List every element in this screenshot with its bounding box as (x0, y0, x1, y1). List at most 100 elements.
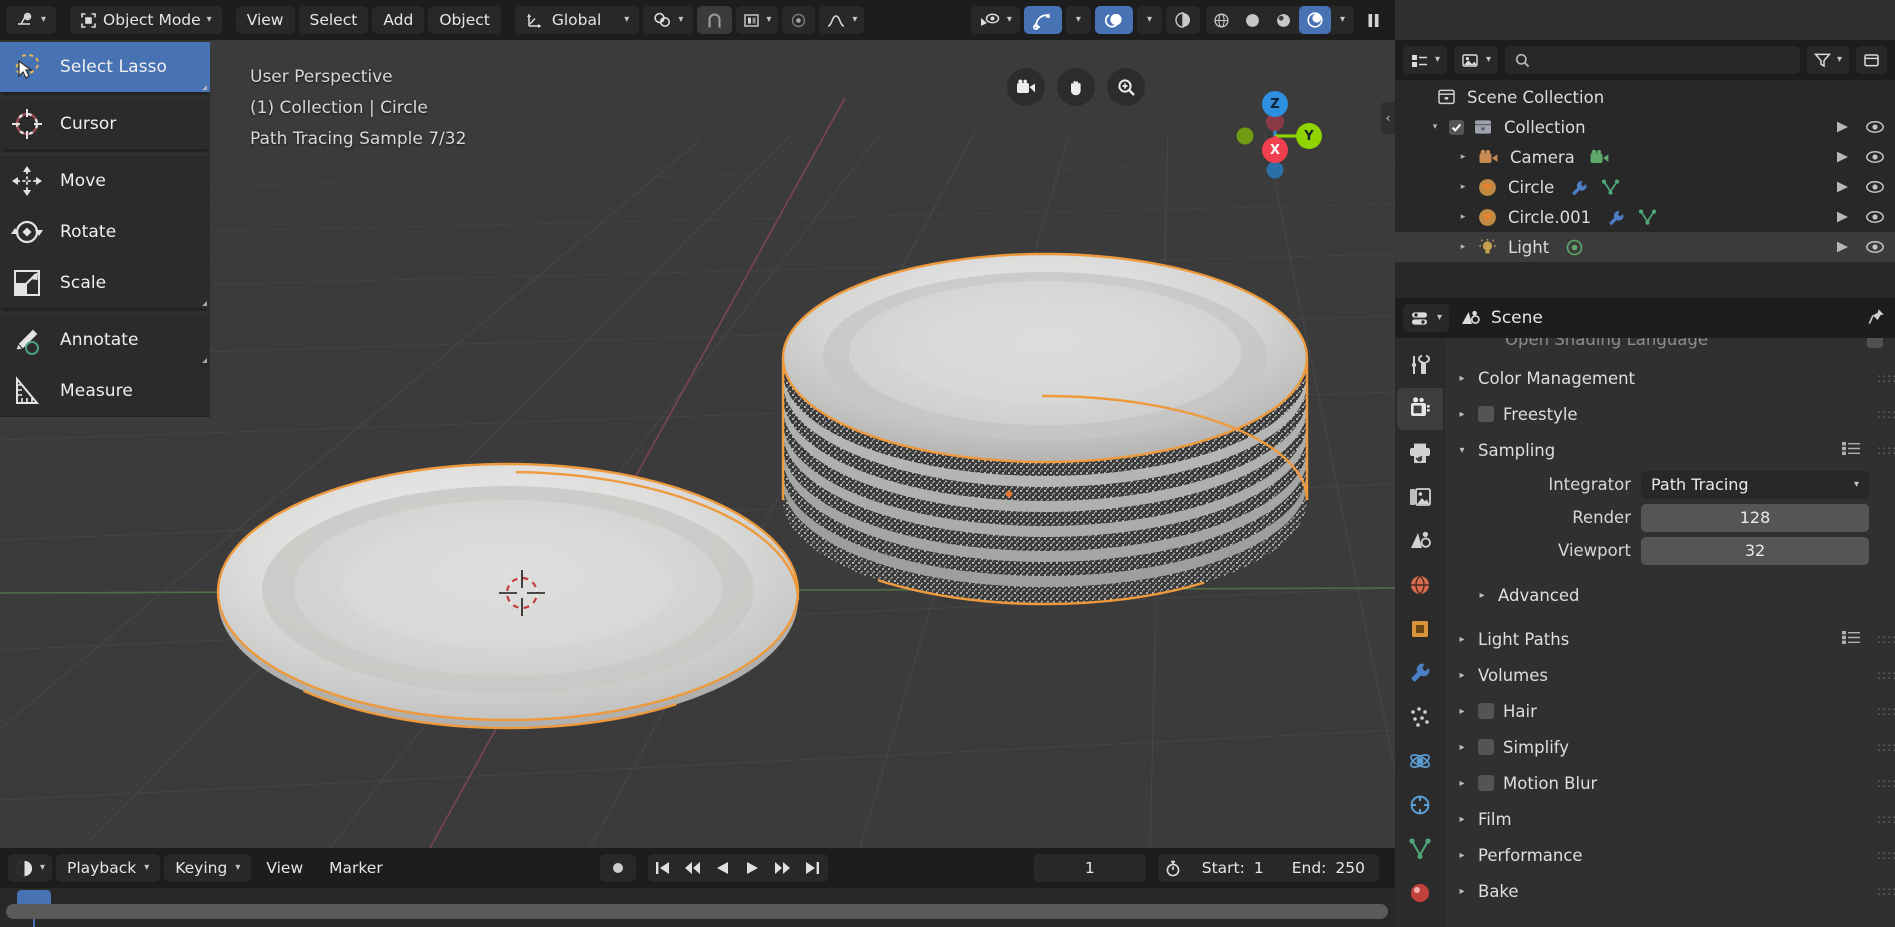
light-data-icon[interactable] (1565, 239, 1584, 256)
eye-icon[interactable] (1865, 150, 1885, 164)
panel-drag-dots[interactable]: :::: (1877, 372, 1895, 384)
tool-scale[interactable]: Scale (0, 258, 210, 309)
panel-preset-list-icon[interactable] (1841, 441, 1861, 460)
tool-submenu-corner[interactable] (202, 301, 207, 306)
viewport-samples-field[interactable]: 32 (1641, 536, 1869, 565)
tab-tool[interactable] (1397, 344, 1443, 386)
tab-material[interactable] (1397, 872, 1443, 914)
render-arrow-icon[interactable] (1835, 240, 1851, 254)
tab-constraints[interactable] (1397, 784, 1443, 826)
disclosure-triangle-closed[interactable]: ▸ (1455, 634, 1469, 645)
disclosure-triangle-open[interactable]: ▾ (1455, 445, 1469, 456)
falloff-button[interactable]: ▾ (819, 6, 865, 34)
panel-preset-list-icon[interactable] (1841, 630, 1861, 649)
tool-select-lasso[interactable]: Select Lasso (0, 42, 210, 93)
timeline-menu-view[interactable]: View (255, 854, 314, 882)
modifier-icon[interactable] (1607, 209, 1626, 226)
navigation-gizmo[interactable]: Z Y X (1223, 84, 1327, 188)
disclosure-triangle-closed[interactable]: ▸ (1455, 742, 1469, 753)
eye-icon[interactable] (1865, 120, 1885, 134)
disclosure-triangle-closed[interactable]: ▸ (1455, 242, 1471, 252)
open-shading-language-checkbox[interactable] (1867, 338, 1883, 348)
pause-render-button[interactable] (1358, 6, 1389, 34)
timeline-scrollbar[interactable] (6, 904, 1388, 919)
outliner-new-collection-button[interactable] (1856, 46, 1887, 74)
render-arrow-icon[interactable] (1835, 120, 1851, 134)
outliner-row-circle[interactable]: ▸ Circle (1395, 172, 1895, 202)
gizmo-toggle-button[interactable] (1023, 6, 1062, 34)
motion-blur-checkbox[interactable] (1478, 775, 1494, 791)
panel-drag-dots[interactable]: :::: (1877, 444, 1895, 456)
disclosure-triangle-closed[interactable]: ▸ (1455, 670, 1469, 681)
camera-data-icon[interactable] (1589, 149, 1610, 166)
menu-object[interactable]: Object (428, 6, 501, 34)
menu-select[interactable]: Select (298, 6, 369, 34)
panel-drag-dots[interactable]: :::: (1877, 813, 1895, 825)
pivot-point-button[interactable]: ▾ (643, 6, 694, 34)
overlays-toggle-button[interactable] (1094, 6, 1133, 34)
panel-simplify[interactable]: ▸ Simplify :::: (1445, 729, 1895, 765)
jump-to-start-button[interactable] (647, 854, 678, 882)
outliner-filter-id-button[interactable]: ▾ (1454, 46, 1499, 74)
outliner-filter-button[interactable]: ▾ (1806, 46, 1849, 74)
panel-open-shading-language[interactable]: ▸ Open Shading Language (1445, 338, 1895, 354)
disclosure-triangle-closed[interactable]: ▸ (1455, 850, 1469, 861)
tab-physics[interactable] (1397, 740, 1443, 782)
tab-output[interactable] (1397, 432, 1443, 474)
use-preview-range-button[interactable] (1157, 854, 1188, 882)
shading-solid-button[interactable] (1237, 6, 1268, 34)
simplify-checkbox[interactable] (1478, 739, 1494, 755)
timeline-editor-type-button[interactable]: ▾ (8, 854, 53, 882)
render-arrow-icon[interactable] (1835, 150, 1851, 164)
render-arrow-icon[interactable] (1835, 180, 1851, 194)
gizmo-axis-y[interactable]: Y (1296, 123, 1322, 149)
panel-drag-dots[interactable]: :::: (1877, 849, 1895, 861)
panel-performance[interactable]: ▸ Performance :::: (1445, 837, 1895, 873)
panel-motion-blur[interactable]: ▸ Motion Blur :::: (1445, 765, 1895, 801)
panel-advanced[interactable]: ▸ Advanced (1445, 577, 1895, 613)
tab-modifiers[interactable] (1397, 652, 1443, 694)
outliner-editor-type-button[interactable]: ▾ (1403, 46, 1448, 74)
panel-volumes[interactable]: ▸ Volumes :::: (1445, 657, 1895, 693)
panel-hair[interactable]: ▸ Hair :::: (1445, 693, 1895, 729)
current-frame-field[interactable]: 1 (1033, 854, 1146, 882)
panel-drag-dots[interactable]: :::: (1877, 669, 1895, 681)
integrator-dropdown[interactable]: Path Tracing ▾ (1641, 470, 1869, 499)
hair-checkbox[interactable] (1478, 703, 1494, 719)
tool-submenu-corner[interactable] (202, 358, 207, 363)
gizmo-axis-z[interactable]: Z (1262, 91, 1288, 117)
render-samples-field[interactable]: 128 (1641, 503, 1869, 532)
shading-rendered-button[interactable] (1298, 6, 1331, 34)
snap-target-button[interactable]: ▾ (736, 6, 779, 34)
panel-drag-dots[interactable]: :::: (1877, 777, 1895, 789)
timeline-menu-playback[interactable]: Playback ▾ (56, 854, 161, 882)
tool-annotate[interactable]: Annotate (0, 315, 210, 366)
panel-drag-dots[interactable]: :::: (1877, 408, 1895, 420)
pin-icon[interactable] (1868, 308, 1885, 329)
disclosure-triangle-closed[interactable]: ▸ (1455, 886, 1469, 897)
object-visibility-button[interactable]: ▾ (970, 6, 1020, 34)
timeline-menu-keying[interactable]: Keying ▾ (164, 854, 252, 882)
tab-render[interactable] (1397, 388, 1443, 430)
timeline-strip[interactable] (0, 888, 1395, 927)
play-button[interactable] (737, 854, 768, 882)
panel-bake[interactable]: ▸ Bake :::: (1445, 873, 1895, 909)
menu-add[interactable]: Add (372, 6, 425, 34)
next-keyframe-button[interactable] (767, 854, 798, 882)
tab-view-layer[interactable] (1397, 476, 1443, 518)
snap-toggle-button[interactable] (697, 6, 733, 34)
tab-object[interactable] (1397, 608, 1443, 650)
shading-material-button[interactable] (1268, 6, 1299, 34)
panel-drag-dots[interactable]: :::: (1877, 705, 1895, 717)
gizmo-axis-x[interactable]: X (1262, 137, 1288, 163)
disclosure-triangle-closed[interactable]: ▸ (1455, 706, 1469, 717)
properties-editor-type-button[interactable]: ▾ (1403, 304, 1450, 332)
disclosure-triangle-open[interactable]: ▾ (1427, 122, 1443, 132)
tool-submenu-corner[interactable] (202, 85, 207, 90)
tab-object-data[interactable] (1397, 828, 1443, 870)
sidebar-toggle[interactable]: ‹ (1381, 102, 1395, 134)
frame-start-field[interactable]: Start: 1 (1187, 854, 1278, 882)
panel-film[interactable]: ▸ Film :::: (1445, 801, 1895, 837)
overlays-options-button[interactable]: ▾ (1136, 6, 1162, 34)
disclosure-triangle-closed[interactable]: ▸ (1455, 409, 1469, 420)
